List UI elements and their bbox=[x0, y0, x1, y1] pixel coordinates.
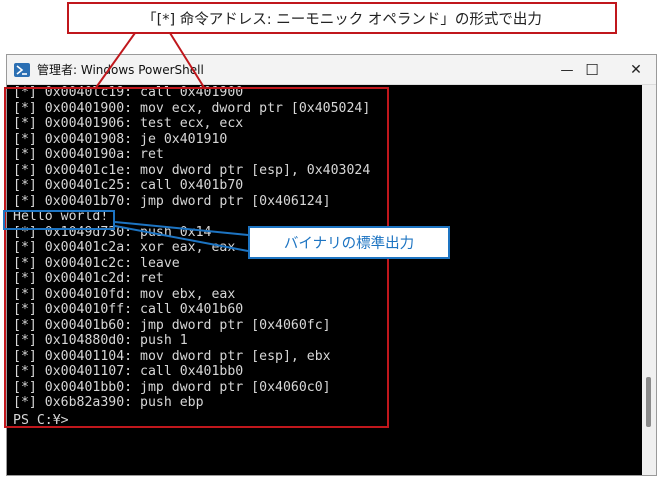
format-callout-connector bbox=[94, 32, 136, 90]
format-callout: 「[*] 命令アドレス: ニーモニック オペランド」の形式で出力 bbox=[67, 2, 617, 34]
format-callout-connector bbox=[169, 32, 206, 90]
stdout-callout: バイナリの標準出力 bbox=[248, 226, 450, 259]
stdout-highlight bbox=[3, 210, 115, 230]
